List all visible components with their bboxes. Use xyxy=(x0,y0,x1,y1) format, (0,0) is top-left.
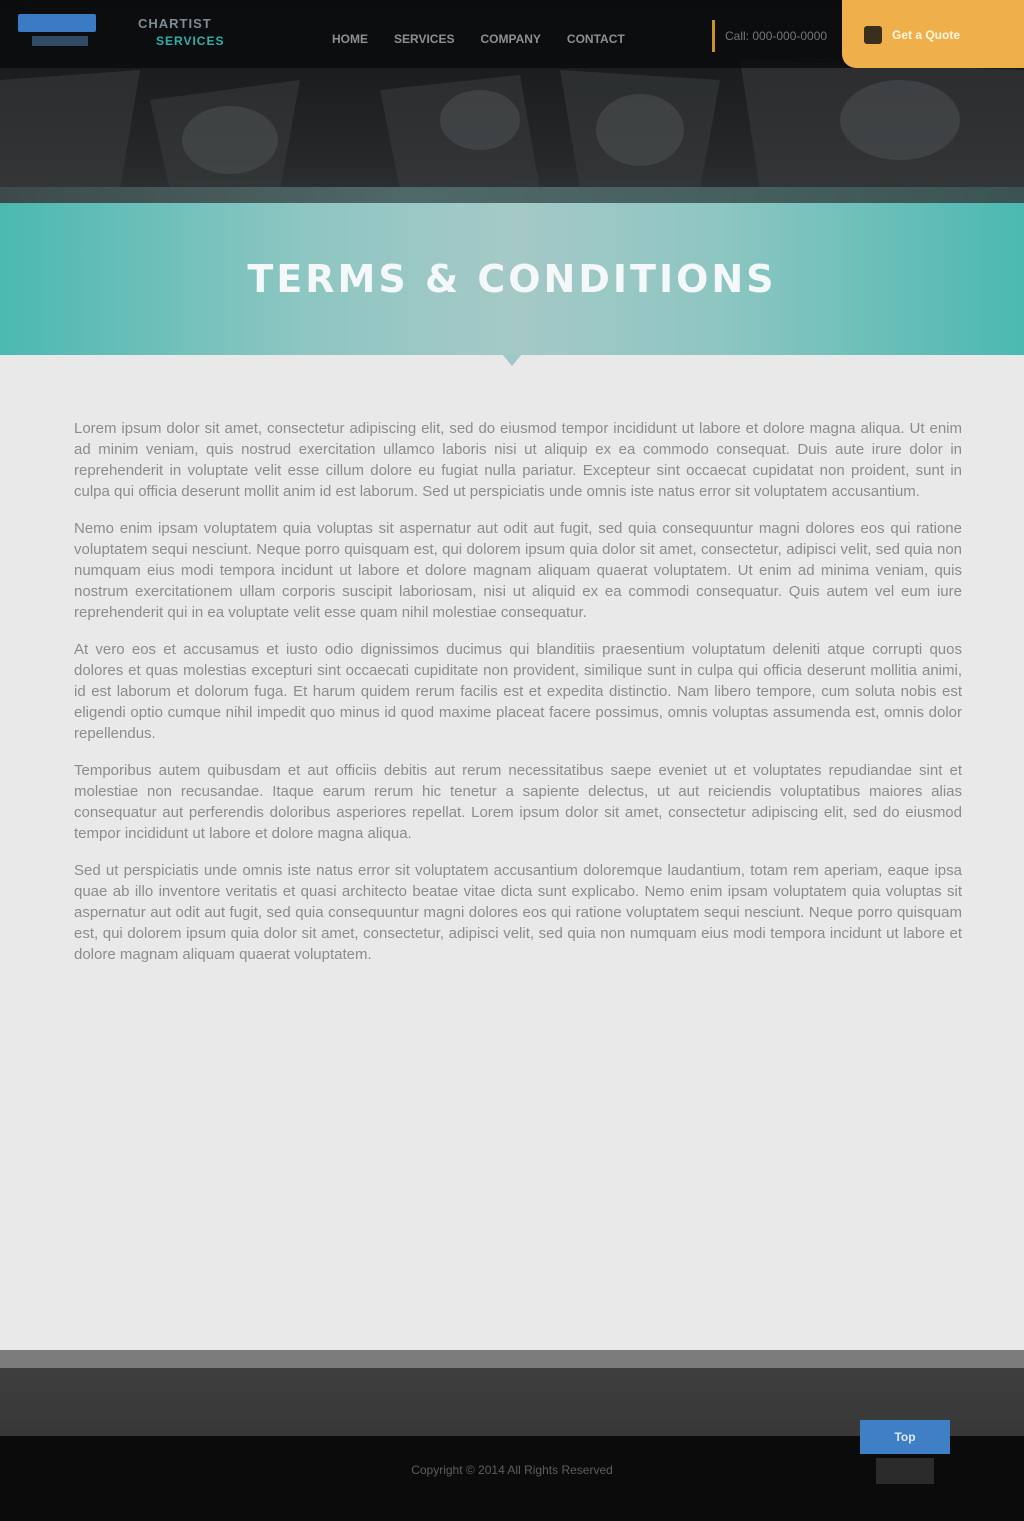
terms-paragraph: Temporibus autem quibusdam et aut offici… xyxy=(74,762,962,842)
nav-item-contact[interactable]: Contact xyxy=(565,28,627,50)
copyright-text: Copyright © 2014 All Rights Reserved xyxy=(411,1463,613,1477)
get-quote-label: Get a Quote xyxy=(892,28,961,42)
nav-item-home[interactable]: Home xyxy=(330,28,370,50)
terms-paragraph: Lorem ipsum dolor sit amet, consectetur … xyxy=(74,420,962,500)
main-nav: Home Services Company Contact xyxy=(330,28,627,50)
logo-badge-shadow xyxy=(32,36,88,46)
footer-divider xyxy=(0,1350,1024,1368)
hero-bottom-strip xyxy=(0,187,1024,203)
back-to-top-arrow-icon[interactable] xyxy=(876,1458,934,1484)
title-band-pointer-icon xyxy=(502,354,522,366)
nav-dropdown-hint xyxy=(298,66,352,80)
page-title-band: Terms & Conditions xyxy=(0,203,1024,355)
get-quote-button[interactable]: Get a Quote xyxy=(842,0,1024,68)
phone-number: Call: 000-000-0000 xyxy=(712,20,840,52)
terms-content: Lorem ipsum dolor sit amet, consectetur … xyxy=(74,418,962,981)
logo-badge-icon xyxy=(18,14,96,32)
get-quote-label-group: Get a Quote xyxy=(864,26,1014,44)
back-to-top-button[interactable]: Top xyxy=(860,1420,950,1454)
logo-subtitle: SERVICES xyxy=(156,34,225,48)
logo-title: CHARTIST xyxy=(138,16,212,31)
terms-paragraph: Sed ut perspiciatis unde omnis iste natu… xyxy=(74,862,962,963)
nav-item-services[interactable]: Services xyxy=(392,28,456,50)
terms-paragraph: At vero eos et accusamus et iusto odio d… xyxy=(74,641,962,742)
site-logo[interactable]: CHARTIST SERVICES xyxy=(18,12,258,52)
quote-icon xyxy=(864,26,882,44)
nav-item-company[interactable]: Company xyxy=(478,28,542,50)
terms-paragraph: Nemo enim ipsam voluptatem quia voluptas… xyxy=(74,520,962,621)
page-title: Terms & Conditions xyxy=(247,257,777,301)
